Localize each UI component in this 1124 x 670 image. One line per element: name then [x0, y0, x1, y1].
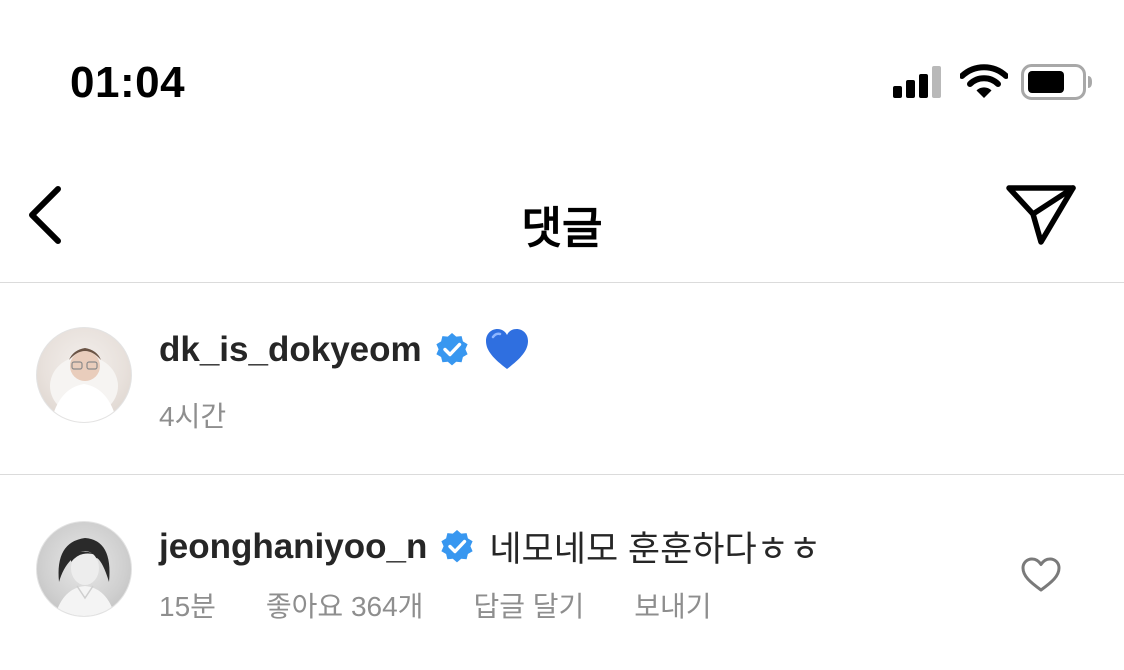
comment-row: jeonghaniyoo_n 네모네모 훈훈하다ㅎㅎ 15분 좋아요 364개 …	[0, 475, 1124, 670]
verified-badge-icon	[441, 529, 473, 562]
status-time: 01:04	[70, 58, 186, 107]
caption-username[interactable]: dk_is_dokyeom	[159, 330, 422, 370]
cellular-signal-icon	[893, 66, 945, 98]
avatar-photo	[55, 538, 115, 616]
caption-line: dk_is_dokyeom	[159, 327, 530, 373]
avatar[interactable]	[36, 521, 132, 617]
avatar-photo	[50, 348, 118, 422]
blue-heart-emoji	[485, 329, 528, 369]
comments-screen: 01:04 댓글 dk_is_dokyeom 4시간 jeonghaniyoo_…	[0, 0, 1124, 670]
paper-plane-icon[interactable]	[1004, 182, 1078, 248]
nav-header: 댓글	[0, 130, 1124, 283]
status-bar: 01:04	[0, 0, 1124, 130]
wifi-icon	[960, 64, 1008, 98]
comment-meta: 15분 좋아요 364개 답글 달기 보내기	[159, 585, 762, 625]
reply-button[interactable]: 답글 달기	[473, 585, 584, 625]
heart-outline-icon[interactable]	[1020, 556, 1062, 594]
caption-time: 4시간	[159, 401, 227, 432]
verified-badge-icon	[436, 333, 468, 366]
page-title: 댓글	[521, 204, 603, 253]
avatar[interactable]	[36, 327, 132, 423]
comment-time: 15분	[159, 591, 216, 622]
send-button[interactable]: 보내기	[634, 585, 711, 625]
battery-icon	[1021, 64, 1092, 100]
comment-username[interactable]: jeonghaniyoo_n	[159, 527, 427, 567]
likes-count-link[interactable]: 좋아요 364개	[266, 585, 424, 625]
comment-text: 네모네모 훈훈하다ㅎㅎ	[489, 530, 822, 569]
caption-row: dk_is_dokyeom 4시간	[0, 283, 1124, 475]
comment-line: jeonghaniyoo_n 네모네모 훈훈하다ㅎㅎ	[159, 521, 821, 572]
